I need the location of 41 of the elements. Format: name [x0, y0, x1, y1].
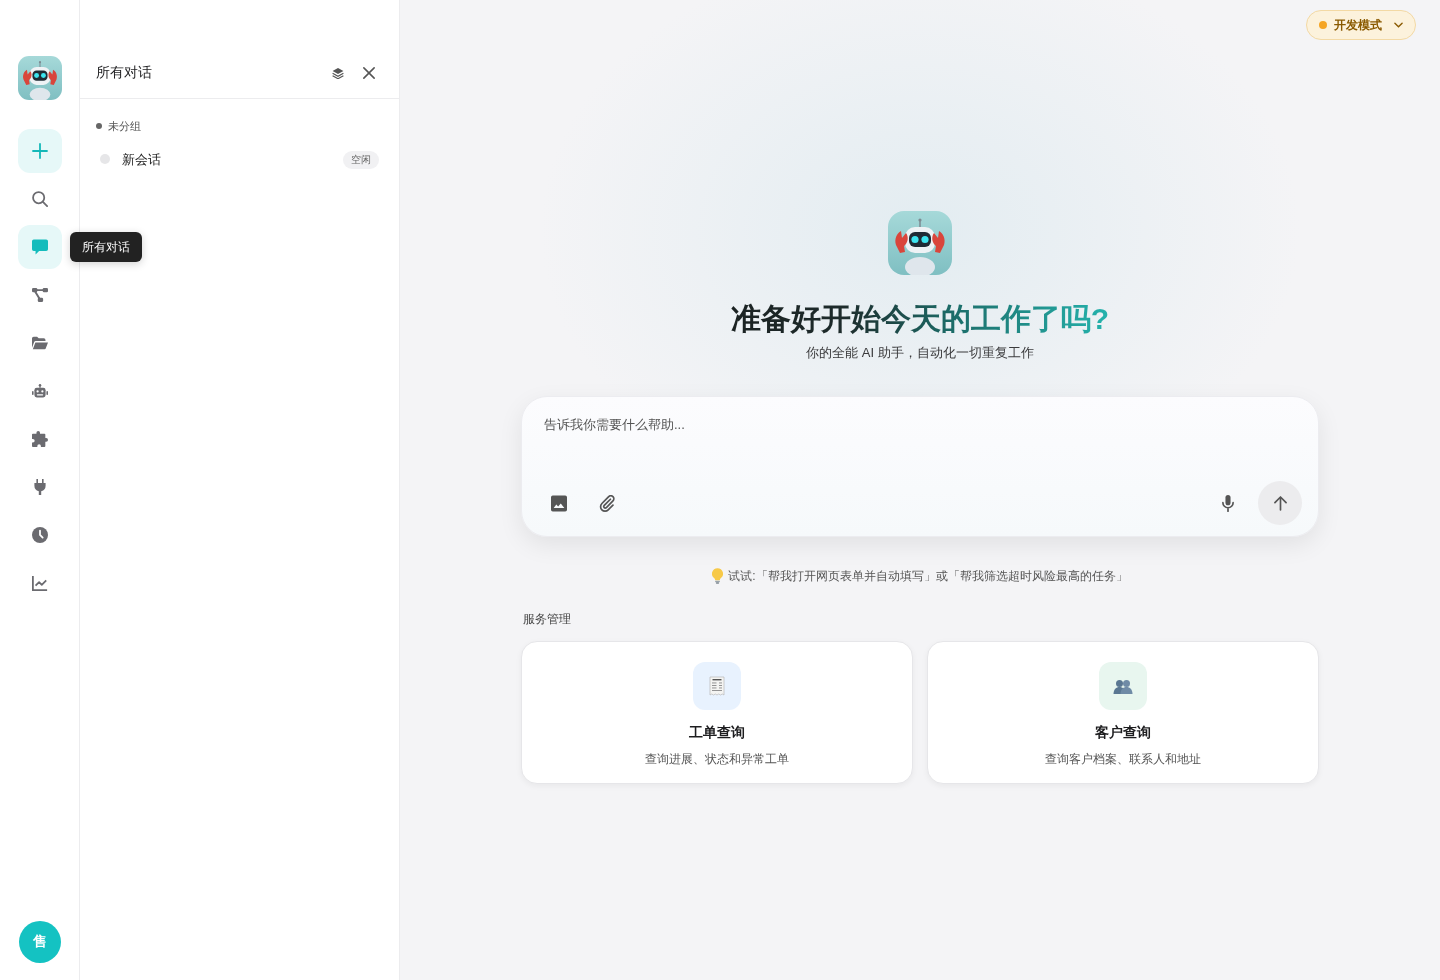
robot-icon: [31, 383, 48, 399]
card-description: 查询客户档案、联系人和地址: [1045, 751, 1201, 768]
layers-icon: [332, 67, 344, 79]
subtitle: 你的全能 AI 助手，自动化一切重复工作: [806, 344, 1034, 362]
puzzle-icon: [31, 431, 48, 447]
hint-text: 试试:「帮我打开网页表单并自动填写」或「帮我筛选超时风险最高的任务」: [728, 568, 1128, 585]
chat-bubble-icon: [31, 239, 48, 255]
card-description: 查询进展、状态和异常工单: [645, 751, 789, 768]
card-title: 工单查询: [689, 723, 745, 742]
nodes-icon: [31, 287, 48, 303]
bullet-icon: [96, 123, 102, 129]
session-item[interactable]: 新会话 空闲: [96, 142, 379, 178]
plus-icon: [31, 143, 48, 159]
line-chart-icon: [31, 575, 48, 591]
robot-logo: [17, 56, 62, 100]
service-card[interactable]: 工单查询 查询进展、状态和异常工单: [521, 641, 913, 784]
paperclip-icon: [599, 494, 615, 512]
caret-icon: [1394, 22, 1403, 28]
session-title: 新会话: [122, 151, 162, 169]
arrow-up-icon: [1273, 495, 1287, 511]
section-title: 服务管理: [523, 611, 571, 628]
mode-dropdown[interactable]: 开发模式: [1306, 10, 1416, 40]
close-icon: [363, 67, 375, 79]
image-icon: [551, 494, 567, 512]
status-dot-icon: [1319, 21, 1327, 29]
plug-icon: [31, 479, 48, 495]
robot-logo: [888, 211, 952, 275]
panel-title: 所有对话: [96, 64, 153, 82]
tooltip: 所有对话: [70, 232, 142, 262]
light-bulb-icon: [712, 568, 724, 584]
service-card[interactable]: 客户查询 查询客户档案、联系人和地址: [927, 641, 1319, 784]
search-icon: [31, 191, 48, 207]
status-dot-icon: [100, 153, 110, 164]
folder-icon: [31, 335, 48, 351]
status-badge: 空闲: [343, 151, 379, 169]
message-input[interactable]: 告诉我你需要什么帮助...: [543, 415, 1302, 463]
card-title: 客户查询: [1095, 723, 1151, 742]
clock-icon: [31, 527, 48, 543]
microphone-icon: [1220, 494, 1236, 512]
message-composer[interactable]: 告诉我你需要什么帮助...: [521, 396, 1319, 537]
group-label: 未分组: [108, 118, 141, 134]
